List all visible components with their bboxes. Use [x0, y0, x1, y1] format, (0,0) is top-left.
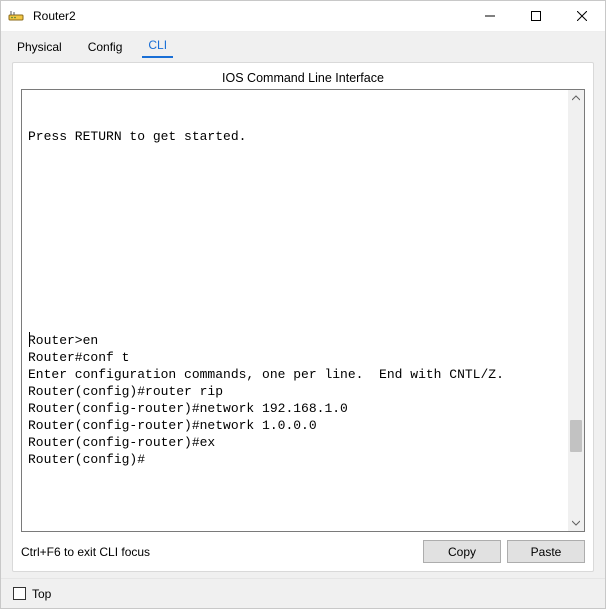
text-caret	[29, 332, 30, 347]
scroll-thumb[interactable]	[570, 420, 582, 452]
app-window: Router2 Physical Config CLI IOS Command …	[0, 0, 606, 609]
tab-cli[interactable]: CLI	[142, 36, 173, 58]
top-checkbox-label: Top	[32, 587, 51, 601]
focus-hint: Ctrl+F6 to exit CLI focus	[21, 545, 417, 559]
terminal-output[interactable]: Press RETURN to get started. Router>en R…	[22, 90, 584, 531]
chevron-up-icon	[572, 94, 580, 102]
maximize-button[interactable]	[513, 1, 559, 31]
copy-button[interactable]: Copy	[423, 540, 501, 563]
tab-strip: Physical Config CLI	[1, 32, 605, 58]
bottom-bar: Top	[1, 578, 605, 608]
chevron-down-icon	[572, 519, 580, 527]
tab-physical[interactable]: Physical	[11, 38, 68, 58]
vertical-scrollbar[interactable]	[568, 90, 584, 531]
window-title: Router2	[31, 9, 467, 23]
terminal-area: Press RETURN to get started. Router>en R…	[21, 89, 585, 532]
scroll-down-button[interactable]	[568, 515, 584, 531]
window-body: Physical Config CLI IOS Command Line Int…	[1, 32, 605, 608]
panel-footer: Ctrl+F6 to exit CLI focus Copy Paste	[21, 532, 585, 563]
top-checkbox[interactable]	[13, 587, 26, 600]
close-button[interactable]	[559, 1, 605, 31]
scroll-up-button[interactable]	[568, 90, 584, 106]
minimize-button[interactable]	[467, 1, 513, 31]
panel-title: IOS Command Line Interface	[21, 69, 585, 89]
paste-button[interactable]: Paste	[507, 540, 585, 563]
titlebar: Router2	[1, 1, 605, 32]
tab-config[interactable]: Config	[82, 38, 129, 58]
cli-panel: IOS Command Line Interface Press RETURN …	[12, 62, 594, 572]
app-icon	[1, 8, 31, 24]
router-icon	[8, 8, 24, 24]
